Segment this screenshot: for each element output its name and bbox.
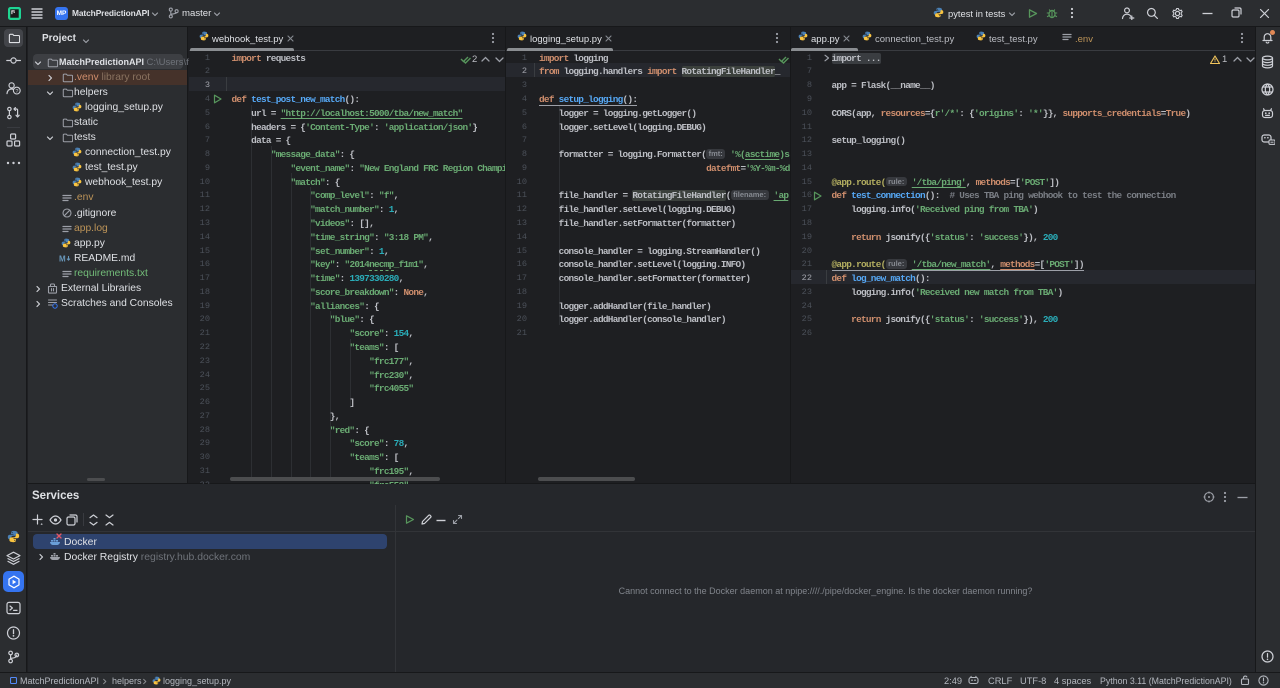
svg-text:?: ?	[15, 89, 18, 95]
svg-text:M: M	[59, 254, 66, 263]
